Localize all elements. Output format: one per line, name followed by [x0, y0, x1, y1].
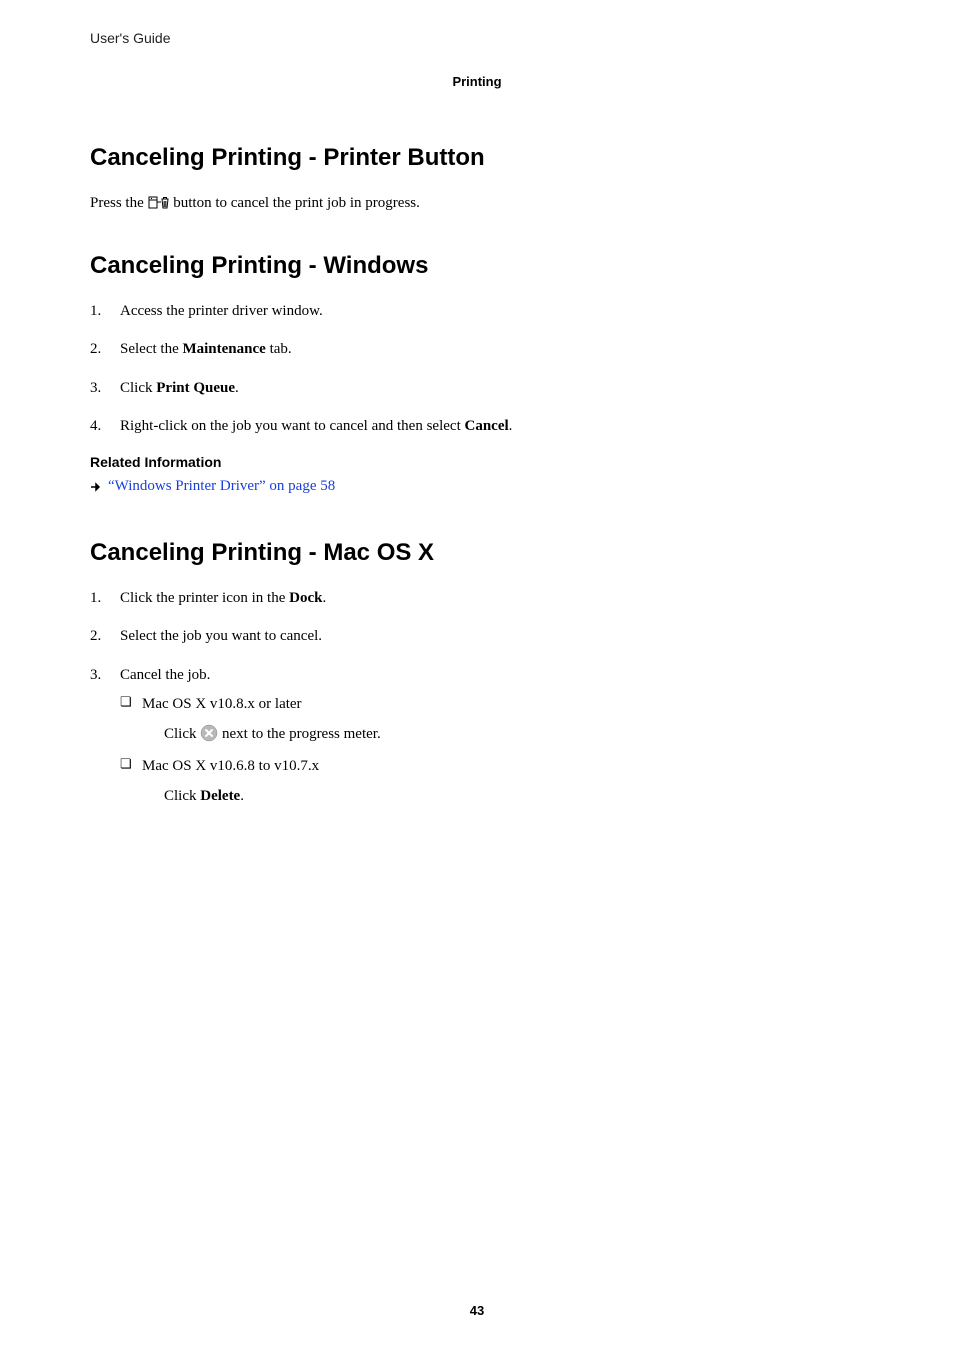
sub-list-item: Mac OS X v10.6.8 to v10.7.x Click Delete… — [120, 754, 864, 808]
text: Press the — [90, 195, 148, 211]
bold-text: Dock — [289, 590, 322, 606]
heading-canceling-printer-button: Canceling Printing - Printer Button — [90, 144, 864, 172]
text: Mac OS X v10.8.x or later — [142, 696, 302, 712]
bold-text: Delete — [200, 788, 240, 804]
text: Right-click on the job you want to cance… — [120, 418, 464, 434]
header-section-label: Printing — [90, 74, 864, 89]
sub-list: Mac OS X v10.8.x or later Click next to … — [120, 692, 864, 808]
link-windows-printer-driver[interactable]: “Windows Printer Driver” on page 58 — [108, 478, 335, 495]
paper-trash-icon — [148, 195, 170, 218]
list-item: Select the Maintenance tab. — [90, 338, 864, 361]
text: button to cancel the print job in progre… — [170, 195, 420, 211]
sub-body: Click next to the progress meter. — [164, 722, 864, 746]
list-item: Click the printer icon in the Dock. — [90, 587, 864, 610]
text: Click the printer icon in the — [120, 590, 289, 606]
sub-list-item: Mac OS X v10.8.x or later Click next to … — [120, 692, 864, 746]
text: . — [509, 418, 513, 434]
list-item: Cancel the job. Mac OS X v10.8.x or late… — [90, 664, 864, 809]
heading-canceling-mac: Canceling Printing - Mac OS X — [90, 539, 864, 567]
bold-text: Print Queue — [156, 380, 235, 396]
sub-body: Click Delete. — [164, 784, 864, 808]
header-guide-label: User's Guide — [90, 30, 864, 46]
text: . — [240, 788, 244, 804]
steps-mac: Click the printer icon in the Dock. Sele… — [90, 587, 864, 809]
body-printer-button: Press the button to cancel the print job… — [90, 192, 864, 218]
list-item: Right-click on the job you want to cance… — [90, 415, 864, 438]
text: . — [322, 590, 326, 606]
steps-windows: Access the printer driver window. Select… — [90, 300, 864, 438]
text: Click — [164, 788, 200, 804]
text: Click — [164, 726, 200, 742]
text: Select the — [120, 341, 182, 357]
text: Mac OS X v10.6.8 to v10.7.x — [142, 758, 319, 774]
list-item: Access the printer driver window. — [90, 300, 864, 323]
text: next to the progress meter. — [218, 726, 380, 742]
bold-text: Cancel — [464, 418, 508, 434]
heading-canceling-windows: Canceling Printing - Windows — [90, 252, 864, 280]
text: Click — [120, 380, 156, 396]
close-circle-icon — [200, 724, 218, 742]
related-link-row: “Windows Printer Driver” on page 58 — [90, 478, 864, 495]
arrow-right-icon — [90, 480, 102, 492]
text: Cancel the job. — [120, 667, 210, 683]
text: . — [235, 380, 239, 396]
bold-text: Maintenance — [182, 341, 265, 357]
text: tab. — [266, 341, 292, 357]
page-number: 43 — [0, 1303, 954, 1318]
list-item: Click Print Queue. — [90, 377, 864, 400]
list-item: Select the job you want to cancel. — [90, 625, 864, 648]
related-information-heading: Related Information — [90, 454, 864, 470]
